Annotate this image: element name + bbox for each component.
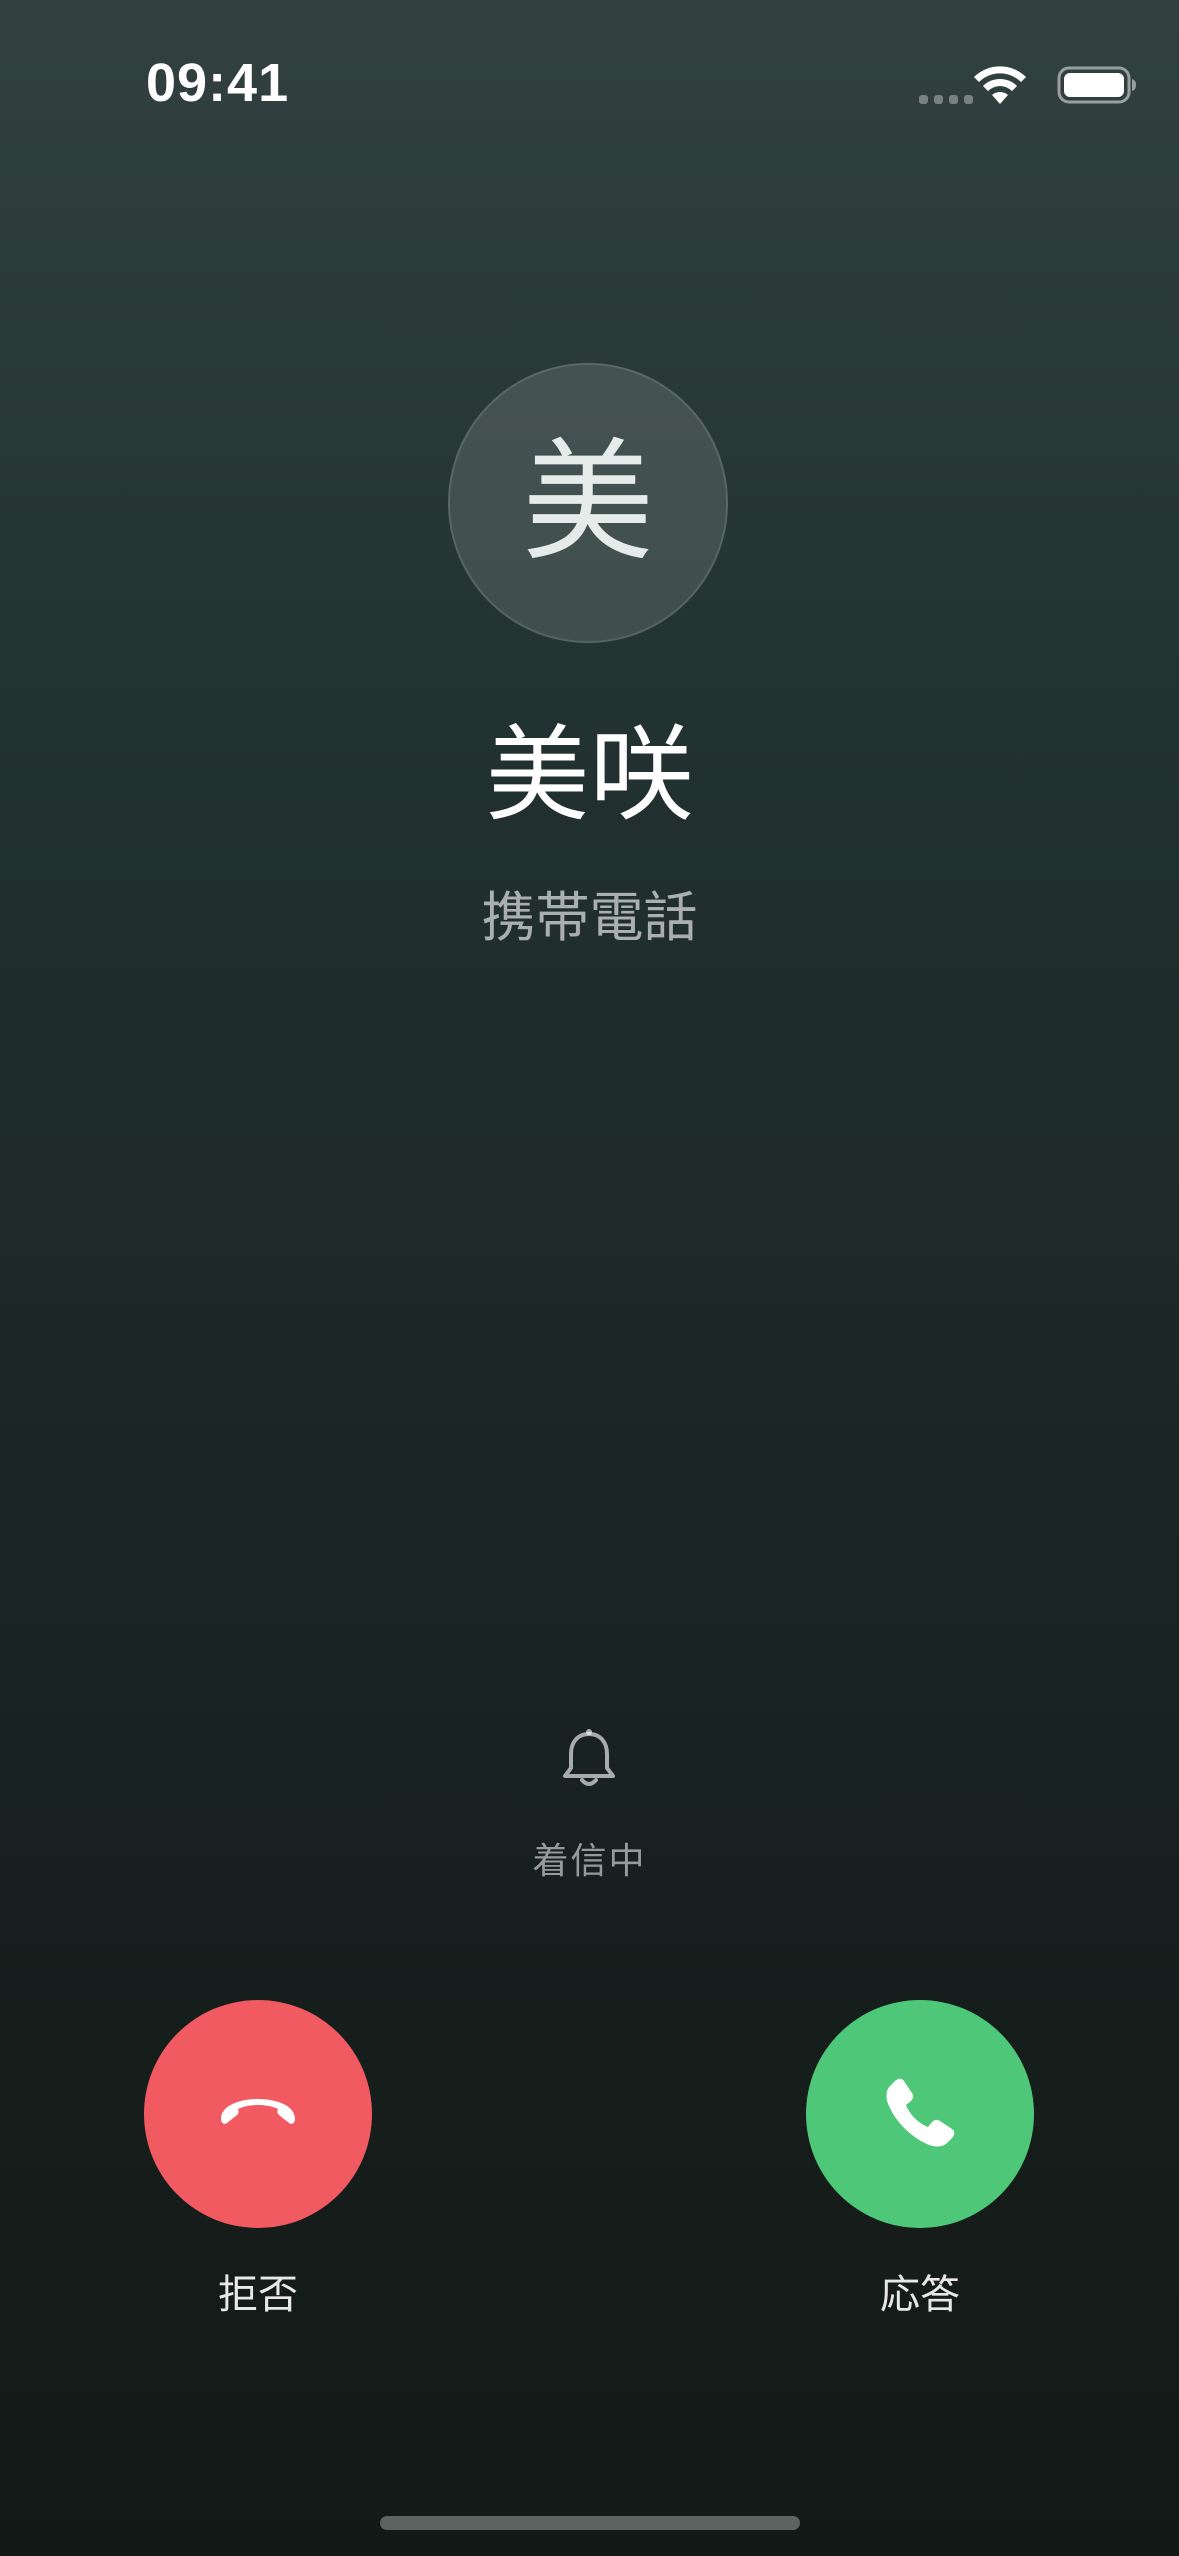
battery-icon xyxy=(1057,66,1136,104)
status-time: 09:41 xyxy=(146,53,290,113)
decline-button[interactable] xyxy=(144,2000,372,2228)
incoming-call-screen: 09:41 美 美咲 携帯電話 着信中 拒否 応答 xyxy=(0,0,1179,2556)
cellular-signal-icon xyxy=(919,95,973,104)
home-indicator[interactable] xyxy=(380,2516,800,2530)
answer-label: 応答 xyxy=(880,2272,960,2318)
bell-icon xyxy=(563,1729,615,1786)
decline-label: 拒否 xyxy=(218,2272,298,2318)
caller-avatar: 美 xyxy=(448,363,728,643)
phone-icon xyxy=(886,2078,955,2147)
caller-name: 美咲 xyxy=(485,714,694,836)
ringing-status: 着信中 xyxy=(532,1841,647,1882)
hang-up-icon xyxy=(221,2099,295,2124)
caller-number-label: 携帯電話 xyxy=(481,886,698,949)
answer-button[interactable] xyxy=(806,2000,1034,2228)
avatar-initial: 美 xyxy=(522,426,654,580)
wifi-icon xyxy=(974,66,1026,104)
